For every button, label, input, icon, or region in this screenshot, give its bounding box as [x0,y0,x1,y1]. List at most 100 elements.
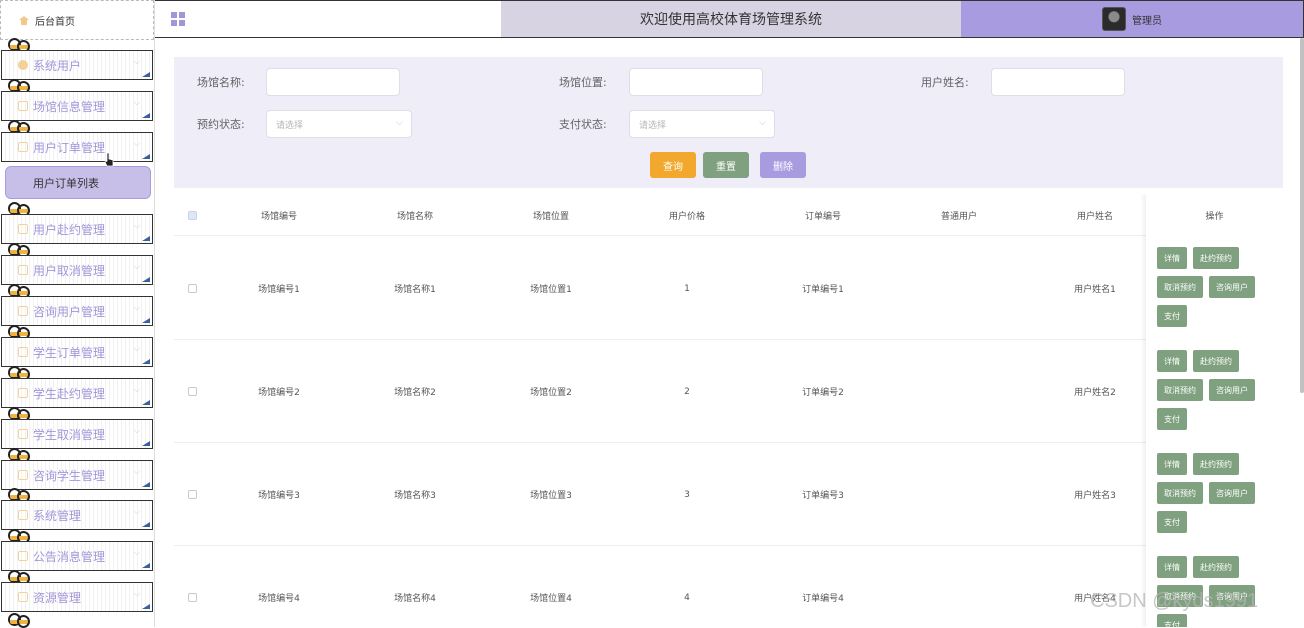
consult-button[interactable]: 咨询用户 [1209,276,1255,298]
column-header[interactable]: 订单编号 [773,194,873,236]
sidebar-item[interactable]: 资源管理 ⌵ [1,582,153,612]
sidebar-item-label: 系统管理 [33,508,82,523]
booking-status-select[interactable]: 请选择 ⌵ [266,110,412,138]
top-bar: 欢迎使用高校体育场管理系统 管理员 [155,0,1304,38]
sidebar-item[interactable]: 学生订单管理 ⌵ [1,337,153,367]
watermark: CSDN @kyds1991 [1090,590,1259,612]
cell-regular-user [909,340,1009,443]
table-row[interactable]: 场馆编号4 场馆名称4 场馆位置4 4 订单编号4 用户姓名4 [174,546,1283,627]
chevron-down-icon: ⌵ [133,589,140,598]
cell-venue-name: 场馆名称3 [394,491,436,501]
cell-venue-location: 场馆位置4 [530,594,572,604]
cell-price: 3 [684,489,690,500]
sidebar-item-label: 咨询学生管理 [33,468,106,483]
binder-clip-icon [8,202,30,217]
cancel-button[interactable]: 取消预约 [1157,482,1203,504]
column-header[interactable]: 场馆位置 [501,194,601,236]
column-header[interactable]: 用户价格 [637,194,737,236]
cell-venue-name: 场馆名称2 [394,388,436,398]
reset-button[interactable]: 重置 [703,152,749,178]
user-name-input[interactable] [991,68,1125,96]
chevron-down-icon: ⌵ [133,262,140,271]
pay-button[interactable]: 支付 [1157,408,1187,430]
corner-fold-icon [142,522,150,527]
detail-button[interactable]: 详情 [1157,350,1187,372]
vertical-scrollbar[interactable] [1300,38,1304,393]
cancel-button[interactable]: 取消预约 [1157,276,1203,298]
detail-button[interactable]: 详情 [1157,556,1187,578]
sidebar-item[interactable]: 学生取消管理 ⌵ [1,419,153,449]
consult-button[interactable]: 咨询用户 [1209,379,1255,401]
sidebar-item[interactable]: 用户订单管理 ⌵ [1,132,153,162]
row-checkbox[interactable] [187,387,197,396]
column-header[interactable]: 用户姓名 [1045,194,1145,236]
pay-button[interactable]: 支付 [1157,511,1187,533]
table-row[interactable]: 场馆编号2 场馆名称2 场馆位置2 2 订单编号2 用户姓名2 [174,340,1283,443]
venue-location-input[interactable] [629,68,763,96]
row-checkbox[interactable] [187,593,197,602]
column-header[interactable]: 场馆名称 [365,194,465,236]
column-header[interactable]: 场馆编号 [229,194,329,236]
cell-regular-user [909,443,1009,546]
table-header: 场馆编号 场馆名称 场馆位置 用户价格 订单编号 普通用户 用户姓名 [174,194,1283,236]
sidebar-item[interactable]: 系统用户 ⌵ [1,50,153,80]
sidebar-item[interactable]: 学生赴约管理 ⌵ [1,378,153,408]
consult-button[interactable]: 咨询用户 [1209,482,1255,504]
sidebar-item[interactable]: 公告消息管理 ⌵ [1,541,153,571]
sidebar-item[interactable]: 场馆信息管理 ⌵ [1,91,153,121]
search-panel: 场馆名称: 场馆位置: 用户姓名: 预约状态: 请选择 ⌵ 支付状态: 请选择 … [174,57,1283,188]
attend-button[interactable]: 赴约预约 [1193,453,1239,475]
submenu-item-user-order-list[interactable]: 用户订单列表 [5,166,151,199]
pay-button[interactable]: 支付 [1157,305,1187,327]
corner-fold-icon [142,482,150,487]
detail-button[interactable]: 详情 [1157,453,1187,475]
corner-fold-icon [142,563,150,568]
delete-button[interactable]: 删除 [760,152,806,178]
menu-toggle-button[interactable] [155,1,201,37]
sidebar-item[interactable]: 咨询学生管理 ⌵ [1,460,153,490]
table-row[interactable]: 场馆编号3 场馆名称3 场馆位置3 3 订单编号3 用户姓名3 [174,443,1283,546]
pay-button[interactable]: 支付 [1157,614,1187,627]
sidebar-item-label: 系统用户 [33,58,82,73]
row-checkbox[interactable] [187,490,197,499]
venue-name-input[interactable] [266,68,400,96]
home-link[interactable]: 后台首页 [0,0,154,40]
table-row[interactable]: 场馆编号1 场馆名称1 场馆位置1 1 订单编号1 用户姓名1 [174,237,1283,340]
pointer-cursor-icon [104,152,114,167]
sidebar-item[interactable]: 用户赴约管理 ⌵ [1,214,153,244]
column-header: 操作 [1205,211,1224,222]
cell-venue-name: 场馆名称1 [394,285,436,295]
cell-order-no: 订单编号3 [802,491,844,501]
binder-clip-icon [8,243,30,258]
cancel-button[interactable]: 取消预约 [1157,379,1203,401]
attend-button[interactable]: 赴约预约 [1193,556,1239,578]
column-header[interactable]: 普通用户 [909,194,1009,236]
doc-icon [18,224,28,234]
sidebar-item-label: 用户赴约管理 [33,222,106,237]
grid-icon [171,12,185,26]
attend-button[interactable]: 赴约预约 [1193,350,1239,372]
avatar [1102,7,1126,31]
query-button[interactable]: 查询 [650,152,696,178]
binder-clip-icon [8,366,30,381]
detail-button[interactable]: 详情 [1157,247,1187,269]
user-name: 管理员 [1132,15,1162,27]
cell-regular-user [909,237,1009,340]
row-checkbox[interactable] [187,284,197,293]
cell-venue-location: 场馆位置1 [530,285,572,295]
info-icon [18,551,28,561]
cell-venue-no: 场馆编号4 [258,594,300,604]
settings-icon [18,510,28,520]
payment-status-select[interactable]: 请选择 ⌵ [629,110,775,138]
sidebar-item[interactable]: 系统管理 ⌵ [1,500,153,530]
cell-venue-no: 场馆编号1 [258,285,300,295]
sidebar-item[interactable]: 咨询用户管理 ⌵ [1,296,153,326]
sidebar-item[interactable]: 用户取消管理 ⌵ [1,255,153,285]
attend-button[interactable]: 赴约预约 [1193,247,1239,269]
binder-clip-icon [8,448,30,463]
cell-venue-location: 场馆位置3 [530,491,572,501]
corner-fold-icon [142,72,150,77]
user-menu[interactable]: 管理员 [961,1,1303,37]
select-all-checkbox[interactable] [187,210,197,220]
doc-icon [18,347,28,357]
